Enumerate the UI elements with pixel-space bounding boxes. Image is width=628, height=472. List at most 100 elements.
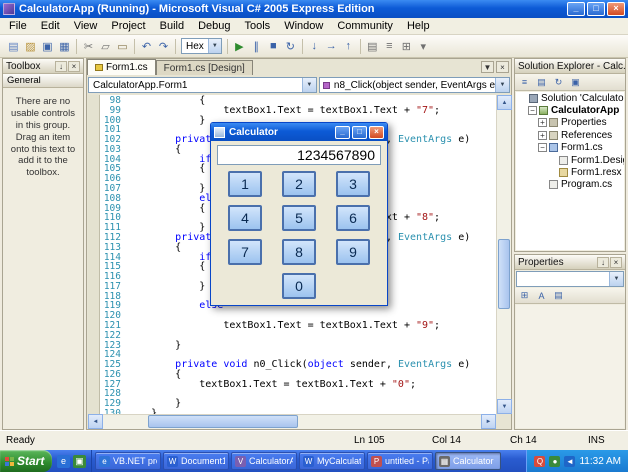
categorized-icon[interactable]: ⊞ bbox=[517, 289, 532, 303]
paste-button[interactable]: ▭ bbox=[114, 38, 131, 55]
title-bar[interactable]: CalculatorApp (Running) - Microsoft Visu… bbox=[0, 0, 628, 18]
taskbar-task[interactable]: eVB.NET programmin... bbox=[95, 452, 161, 470]
step-over-button[interactable]: → bbox=[323, 38, 340, 55]
taskbar-task[interactable]: VCalculatorApp (Run... bbox=[231, 452, 297, 470]
collapse-icon[interactable]: − bbox=[538, 143, 547, 152]
menu-item-file[interactable]: File bbox=[2, 19, 34, 33]
pin-icon[interactable]: ↓ bbox=[55, 61, 67, 72]
taskbar-task[interactable]: Puntitled - Paint bbox=[367, 452, 433, 470]
dialog-title-bar[interactable]: Calculator _ □ × bbox=[211, 123, 387, 141]
calc-key-7[interactable]: 7 bbox=[228, 239, 262, 265]
minimize-button[interactable]: _ bbox=[335, 126, 350, 139]
taskbar-task[interactable]: WMyCalculator - Micr... bbox=[299, 452, 365, 470]
indicator-margin[interactable] bbox=[88, 95, 100, 414]
tab-form1-cs-design-[interactable]: Form1.cs [Design] bbox=[156, 60, 253, 75]
scroll-up-icon[interactable]: ▲ bbox=[497, 95, 512, 110]
tree-item[interactable]: Solution 'CalculatorApp' (1 pro bbox=[516, 92, 624, 104]
menu-item-help[interactable]: Help bbox=[400, 19, 437, 33]
types-dropdown[interactable]: CalculatorApp.Form1 ▼ bbox=[88, 77, 317, 93]
tree-item[interactable]: Form1.Designer.c bbox=[516, 154, 624, 166]
properties-icon[interactable]: ≡ bbox=[517, 75, 532, 89]
step-out-button[interactable]: ↑ bbox=[340, 38, 357, 55]
save-all-button[interactable]: ▦ bbox=[56, 38, 73, 55]
quick-launch-desktop-icon[interactable]: ▣ bbox=[73, 455, 86, 468]
tree-item[interactable]: Form1.resx bbox=[516, 166, 624, 178]
calc-key-9[interactable]: 9 bbox=[336, 239, 370, 265]
properties-window-button[interactable]: ≡ bbox=[381, 38, 398, 55]
menu-item-debug[interactable]: Debug bbox=[191, 19, 237, 33]
scroll-right-icon[interactable]: ► bbox=[481, 414, 496, 429]
maximize-button[interactable]: □ bbox=[352, 126, 367, 139]
open-file-button[interactable]: ▨ bbox=[22, 38, 39, 55]
break-all-button[interactable]: ∥ bbox=[248, 38, 265, 55]
expand-icon[interactable]: + bbox=[538, 118, 547, 127]
close-button[interactable]: × bbox=[607, 2, 625, 16]
calc-key-2[interactable]: 2 bbox=[282, 171, 316, 197]
refresh-icon[interactable]: ↻ bbox=[551, 75, 566, 89]
tray-antivirus-icon[interactable]: Q bbox=[534, 456, 545, 467]
horizontal-scrollbar-thumb[interactable] bbox=[148, 415, 298, 428]
hex-display-combo[interactable]: Hex▼ bbox=[181, 38, 222, 54]
collapse-icon[interactable]: − bbox=[528, 106, 537, 115]
scroll-left-icon[interactable]: ◄ bbox=[88, 414, 103, 429]
tray-volume-icon[interactable]: ◄ bbox=[564, 456, 575, 467]
calc-key-5[interactable]: 5 bbox=[282, 205, 316, 231]
scroll-down-icon[interactable]: ▼ bbox=[497, 399, 512, 414]
chevron-down-icon[interactable]: ▼ bbox=[495, 78, 509, 92]
toolbox-header[interactable]: Toolbox ↓ × bbox=[3, 59, 83, 74]
undo-button[interactable]: ↶ bbox=[138, 38, 155, 55]
calc-key-8[interactable]: 8 bbox=[282, 239, 316, 265]
quick-launch-browser-icon[interactable]: e bbox=[57, 455, 70, 468]
tray-update-icon[interactable]: ● bbox=[549, 456, 560, 467]
taskbar-task[interactable]: WDocument1 - Micros... bbox=[163, 452, 229, 470]
stop-debug-button[interactable]: ■ bbox=[265, 38, 282, 55]
menu-item-project[interactable]: Project bbox=[104, 19, 152, 33]
toolbar-options-button[interactable]: ▾ bbox=[415, 38, 432, 55]
view-code-icon[interactable]: ▣ bbox=[568, 75, 583, 89]
file-list-dropdown-icon[interactable]: ▼ bbox=[481, 61, 494, 73]
close-icon[interactable]: × bbox=[68, 61, 80, 72]
members-dropdown[interactable]: n8_Click(object sender, EventArgs e) ▼ bbox=[319, 77, 510, 93]
step-into-button[interactable]: ↓ bbox=[306, 38, 323, 55]
solution-explorer-button[interactable]: ▤ bbox=[364, 38, 381, 55]
taskbar-task[interactable]: ▦Calculator bbox=[435, 452, 501, 470]
vertical-scrollbar-thumb[interactable] bbox=[498, 239, 510, 309]
vertical-scrollbar[interactable]: ▲ ▼ bbox=[496, 95, 511, 414]
horizontal-scrollbar[interactable]: ◄ ► bbox=[88, 414, 496, 429]
close-icon[interactable]: × bbox=[610, 257, 622, 268]
maximize-button[interactable]: □ bbox=[587, 2, 605, 16]
property-pages-icon[interactable]: ▤ bbox=[551, 289, 566, 303]
calc-key-1[interactable]: 1 bbox=[228, 171, 262, 197]
tab-form1-cs[interactable]: Form1.cs bbox=[87, 59, 156, 75]
calc-key-3[interactable]: 3 bbox=[336, 171, 370, 197]
toolbox-group-general[interactable]: General bbox=[3, 74, 83, 88]
menu-item-tools[interactable]: Tools bbox=[238, 19, 278, 33]
tree-item[interactable]: −Form1.cs bbox=[516, 142, 624, 154]
chevron-down-icon[interactable]: ▼ bbox=[302, 78, 316, 92]
alphabetical-icon[interactable]: A bbox=[534, 289, 549, 303]
solution-explorer-header[interactable]: Solution Explorer - Calc... ↓ × bbox=[515, 59, 625, 74]
properties-header[interactable]: Properties ↓ × bbox=[515, 255, 625, 270]
menu-item-edit[interactable]: Edit bbox=[34, 19, 67, 33]
restart-button[interactable]: ↻ bbox=[282, 38, 299, 55]
cut-button[interactable]: ✂ bbox=[80, 38, 97, 55]
toolbox-button[interactable]: ⊞ bbox=[398, 38, 415, 55]
tree-item[interactable]: +References bbox=[516, 129, 624, 141]
tree-item[interactable]: +Properties bbox=[516, 117, 624, 129]
tree-item[interactable]: −CalculatorApp bbox=[516, 104, 624, 116]
continue-button[interactable]: ▶ bbox=[231, 38, 248, 55]
menu-item-community[interactable]: Community bbox=[330, 19, 400, 33]
expand-icon[interactable]: + bbox=[538, 131, 547, 140]
chevron-down-icon[interactable]: ▼ bbox=[609, 272, 623, 286]
copy-button[interactable]: ▱ bbox=[97, 38, 114, 55]
start-button[interactable]: Start bbox=[0, 450, 52, 472]
menu-item-window[interactable]: Window bbox=[277, 19, 330, 33]
calc-key-6[interactable]: 6 bbox=[336, 205, 370, 231]
save-button[interactable]: ▣ bbox=[39, 38, 56, 55]
new-item-button[interactable]: ▤ bbox=[5, 38, 22, 55]
minimize-button[interactable]: _ bbox=[567, 2, 585, 16]
calc-key-4[interactable]: 4 bbox=[228, 205, 262, 231]
pin-icon[interactable]: ↓ bbox=[597, 257, 609, 268]
redo-button[interactable]: ↷ bbox=[155, 38, 172, 55]
calculator-display[interactable]: 1234567890 bbox=[217, 145, 381, 165]
